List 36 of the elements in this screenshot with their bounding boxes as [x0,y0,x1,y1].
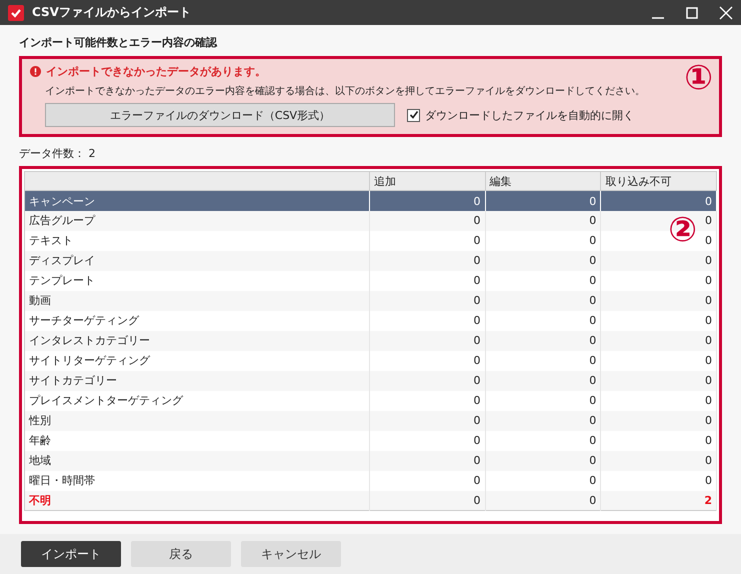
table-cell: 0 [485,490,601,511]
table-cell: 2 [600,490,716,511]
table-row[interactable]: テンプレート 0 0 0 [24,270,716,291]
table-row[interactable]: ディスプレイ 0 0 0 [24,250,716,271]
table-row[interactable]: 年齢 0 0 0 [24,430,716,451]
close-icon[interactable] [719,6,733,20]
table-row[interactable]: サーチターゲティング 0 0 0 [24,310,716,331]
column-header: 取り込み不可 [600,172,716,191]
data-count: データ件数： 2 [19,146,96,162]
table-row[interactable]: サイトリターゲティング 0 0 0 [24,350,716,371]
section-title: インポート可能件数とエラー内容の確認 [19,35,218,50]
table-row[interactable]: 不明 0 0 2 [24,490,716,511]
table-row[interactable]: プレイスメントターゲティング 0 0 0 [24,390,716,411]
table-row[interactable]: 動画 0 0 0 [24,290,716,311]
table-row[interactable]: 性別 0 0 0 [24,410,716,431]
table-cell: 0 [369,490,486,511]
window-title: CSVファイルからインポート [32,4,192,22]
row-name: 不明 [24,490,370,511]
action-button[interactable]: 戻る [131,541,231,568]
action-button[interactable]: キャンセル [241,541,341,568]
maximize-icon[interactable] [685,6,699,20]
table-row[interactable]: キャンペーン 0 0 0 [24,190,716,211]
app-logo-icon [8,4,24,21]
checkbox-icon[interactable] [407,108,420,122]
download-button[interactable]: エラーファイルのダウンロード（CSV形式） [45,103,395,128]
table-row[interactable]: サイトカテゴリー 0 0 0 [24,370,716,391]
error-message: インポートできなかったデータのエラー内容を確認する場合は、以下のボタンを押してエラーファイルをダウンロードしてください。 [44,84,645,98]
import-button[interactable]: インポート [21,541,121,568]
table-row[interactable]: 曜日・時間帯 0 0 0 [24,470,716,491]
column-header: 編集 [485,172,601,191]
error-icon [30,66,41,78]
callout-number: ① [684,61,713,96]
error-heading: インポートできなかったデータがあります。 [46,64,266,80]
table-row[interactable]: 地域 0 0 0 [24,450,716,471]
table-row[interactable]: インタレストカテゴリー 0 0 0 [24,330,716,351]
column-header: 追加 [369,172,486,191]
